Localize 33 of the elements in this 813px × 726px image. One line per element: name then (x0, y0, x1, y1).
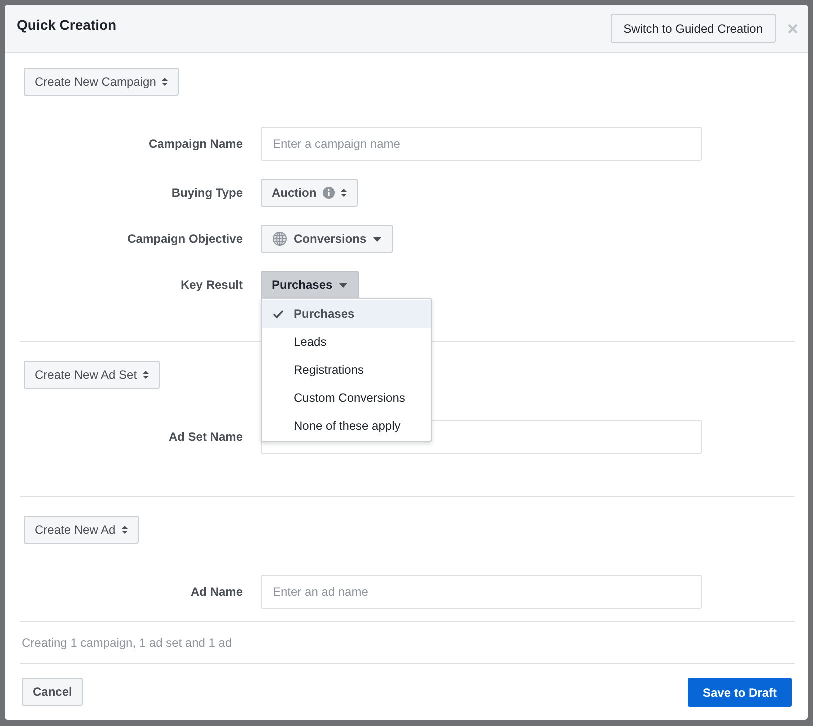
menu-item[interactable]: Purchases (262, 300, 431, 328)
cancel-button[interactable]: Cancel (22, 678, 84, 706)
dropdown-button[interactable]: Purchases (261, 271, 359, 299)
field-label: Campaign Name (148, 137, 243, 151)
caret-icon (372, 236, 382, 242)
section-selector[interactable]: Create New Campaign (24, 68, 180, 96)
text-field[interactable]: Enter an ad name (261, 575, 702, 609)
summary-text: Creating 1 campaign, 1 ad set and 1 ad (20, 622, 795, 664)
section-selector[interactable]: Create New Ad Set (24, 361, 160, 389)
field-label: Buying Type (170, 186, 243, 200)
sort-arrows-icon (122, 526, 128, 534)
field-label: Ad Set Name (168, 430, 243, 444)
field-label: Ad Name (190, 585, 243, 599)
switch-button[interactable]: Switch to Guided Creation (610, 14, 776, 43)
menu-item[interactable]: Custom Conversions (262, 384, 431, 412)
sort-arrows-icon (340, 189, 347, 197)
field-label: Key Result (180, 278, 243, 292)
menu-item[interactable]: Leads (262, 328, 431, 356)
dropdown-button[interactable]: Conversions (261, 225, 393, 253)
caret-icon (338, 282, 348, 288)
check-icon (273, 310, 284, 318)
dialog-title: Quick Creation (17, 16, 118, 32)
close-icon[interactable] (788, 24, 798, 34)
globe-icon (272, 231, 288, 247)
save-button[interactable]: Save to Draft (688, 678, 792, 707)
menu-item[interactable]: None of these apply (262, 412, 431, 440)
text-field[interactable]: Enter a campaign name (261, 127, 702, 161)
select-button[interactable]: Auction (261, 179, 358, 207)
menu-item[interactable]: Registrations (262, 356, 431, 384)
section-selector[interactable]: Create New Ad (24, 516, 139, 544)
field-label: Campaign Objective (126, 232, 243, 246)
sort-arrows-icon (143, 371, 150, 379)
sort-arrows-icon (162, 78, 168, 86)
